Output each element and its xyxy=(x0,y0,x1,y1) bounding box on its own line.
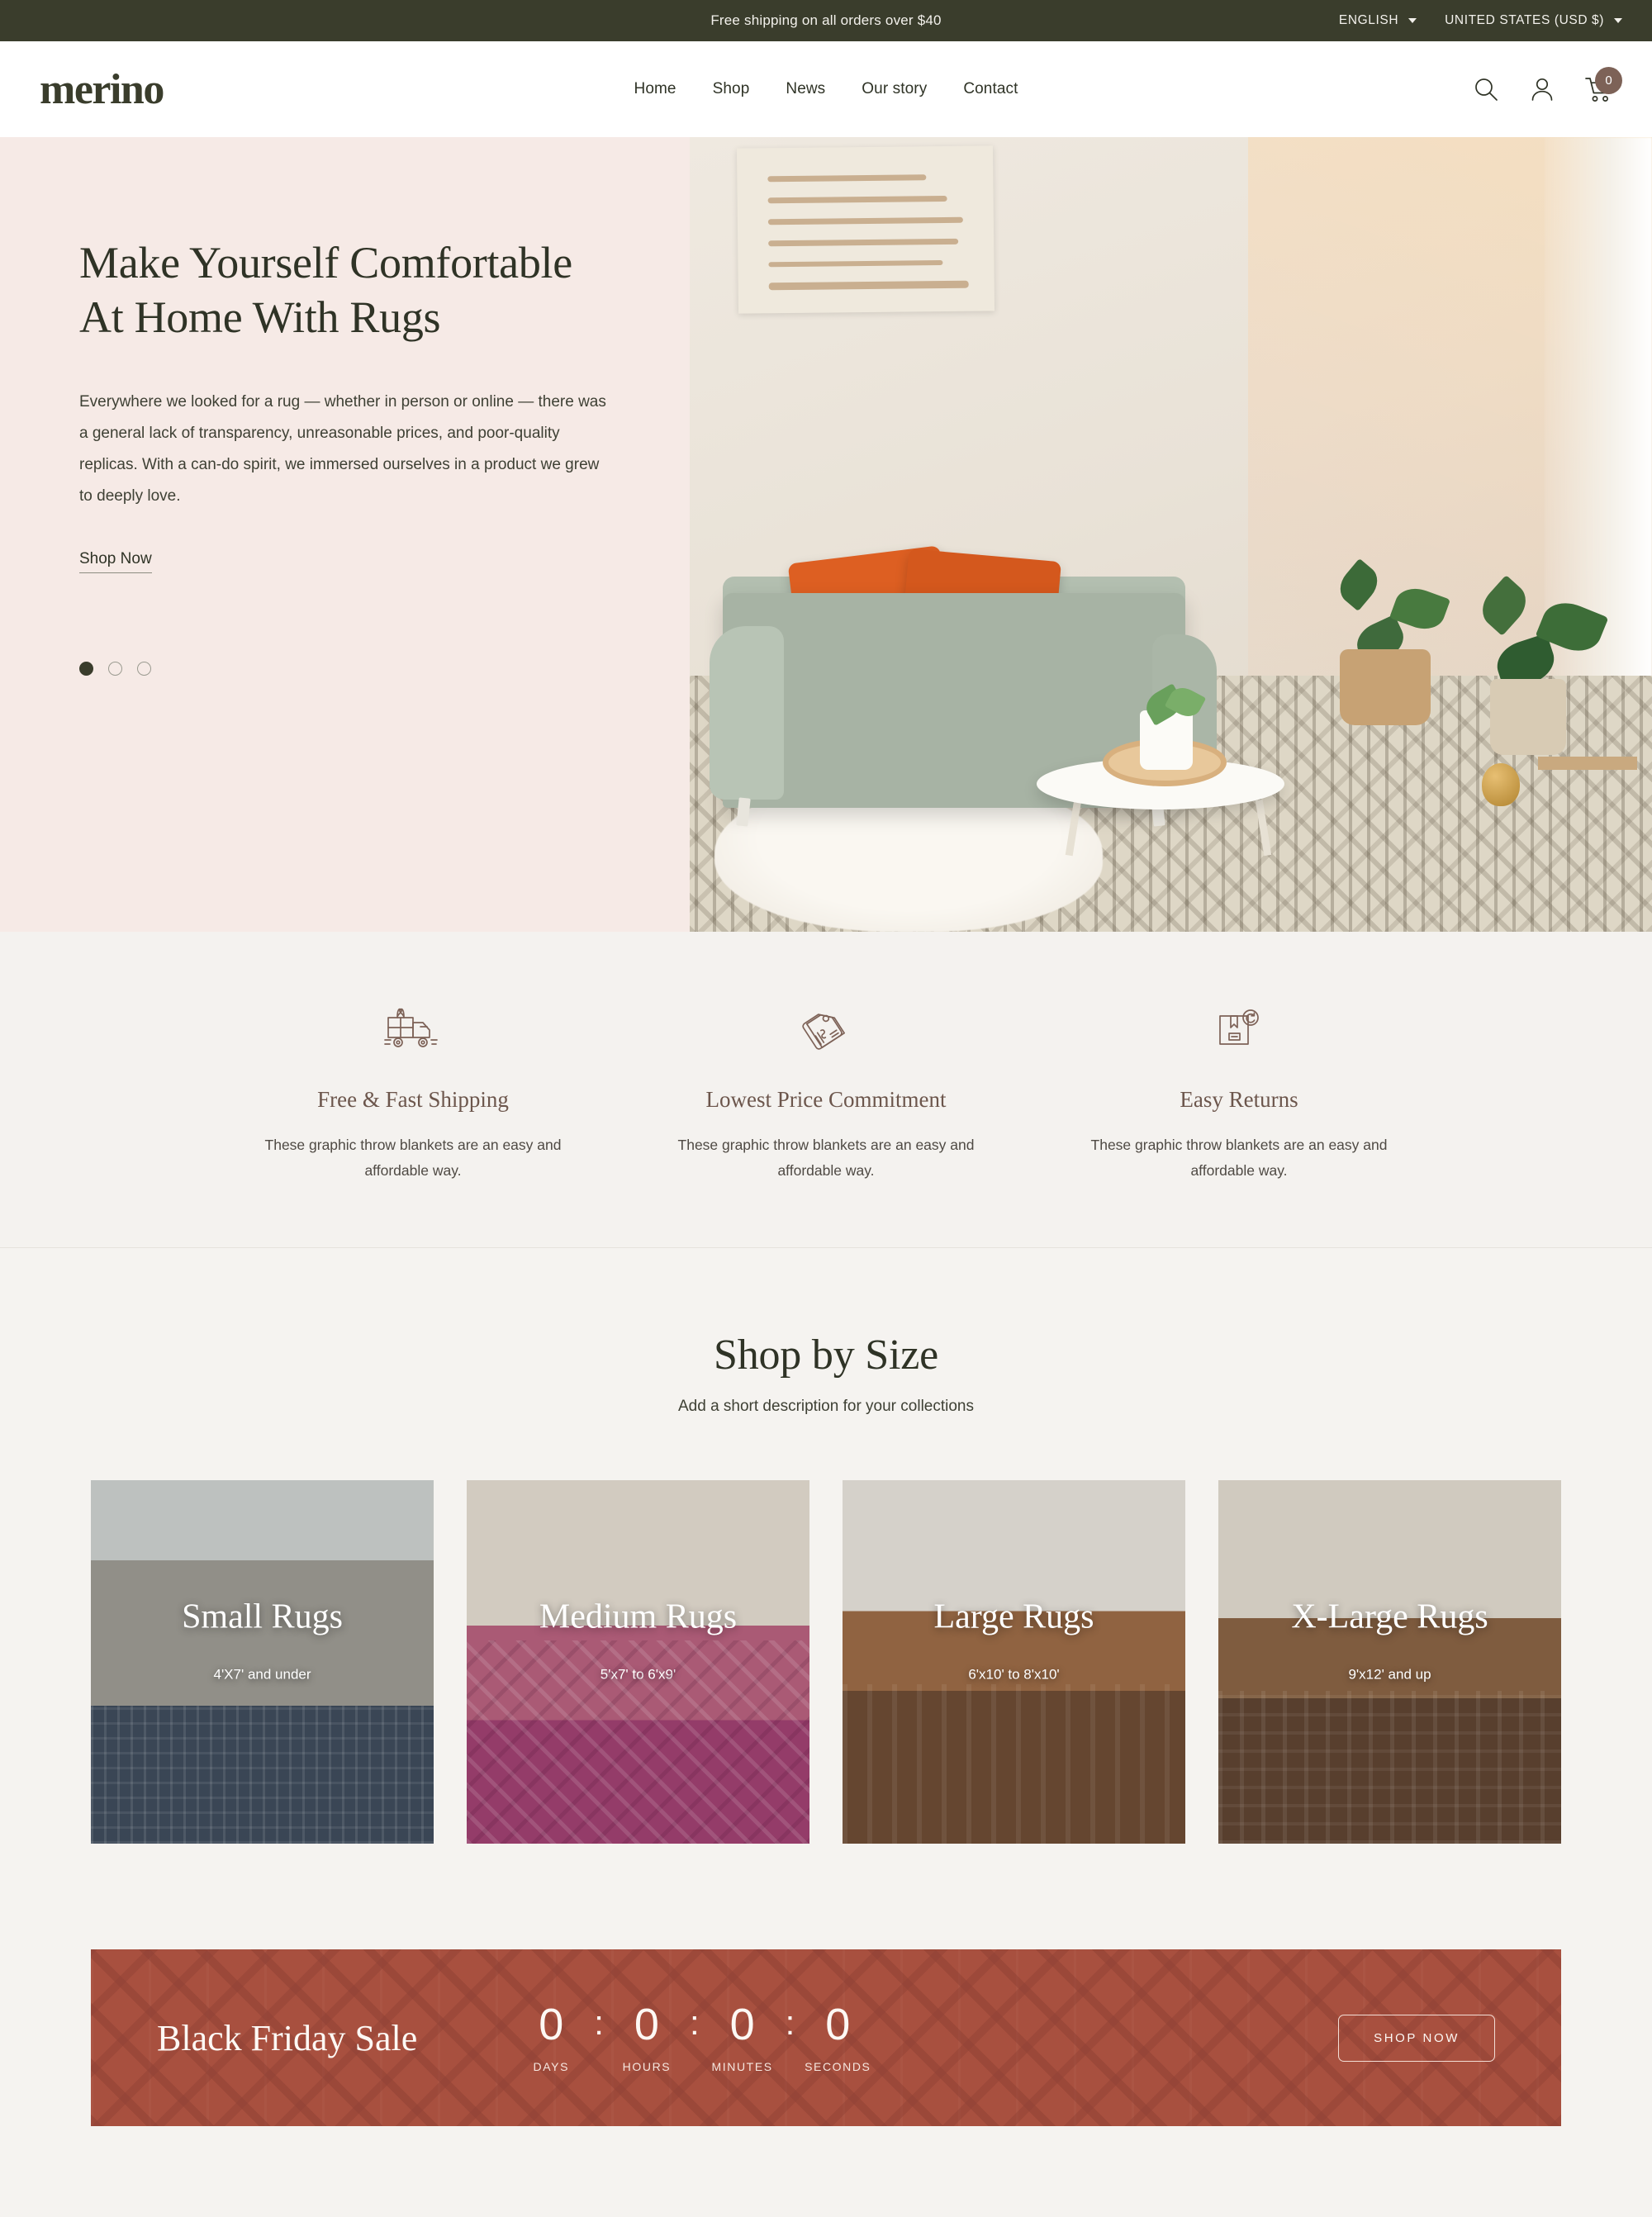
countdown-hours: 0 HOURS xyxy=(609,2002,685,2073)
collection-name: X-Large Rugs xyxy=(1291,1597,1488,1636)
feature-item: Easy Returns These graphic throw blanket… xyxy=(1032,999,1446,1183)
feature-description: These graphic throw blankets are an easy… xyxy=(264,1137,562,1179)
promo-section: Black Friday Sale 0 DAYS : 0 HOURS : 0 M… xyxy=(0,1844,1652,2217)
collection-name: Small Rugs xyxy=(182,1597,343,1636)
nav-item-contact[interactable]: Contact xyxy=(963,80,1018,98)
logo[interactable]: merino xyxy=(40,69,164,112)
collection-name: Large Rugs xyxy=(933,1597,1094,1636)
collection-card-large-rugs[interactable]: Large Rugs 6'x10' to 8'x10' xyxy=(843,1480,1185,1844)
collection-card-xlarge-rugs[interactable]: X-Large Rugs 9'x12' and up xyxy=(1218,1480,1561,1844)
countdown-value: 0 xyxy=(539,2000,564,2050)
country-value: UNITED STATES (USD $) xyxy=(1445,13,1604,27)
promo-shop-now-button[interactable]: SHOP NOW xyxy=(1338,2014,1495,2062)
header-actions: 0 xyxy=(1472,67,1622,103)
countdown-label: SECONDS xyxy=(805,2060,871,2074)
countdown-separator: : xyxy=(689,2003,700,2043)
delivery-truck-icon xyxy=(235,999,591,1059)
feature-title: Easy Returns xyxy=(1180,1087,1298,1112)
countdown-separator: : xyxy=(594,2003,604,2043)
cart-icon[interactable]: 0 xyxy=(1584,67,1622,103)
hero-title: Make Yourself Comfortable At Home With R… xyxy=(79,238,572,342)
collection-size: 4'X7' and under xyxy=(213,1666,311,1683)
nav-item-our-story[interactable]: Our story xyxy=(862,80,927,98)
features-section: Free & Fast Shipping These graphic throw… xyxy=(0,932,1652,1249)
site-header: merino Home Shop News Our story Contact … xyxy=(0,41,1652,137)
living-room-illustration xyxy=(690,137,1652,932)
account-icon[interactable] xyxy=(1528,75,1556,103)
collection-card-medium-rugs[interactable]: Medium Rugs 5'x7' to 6'x9' xyxy=(467,1480,809,1844)
locale-controls: ENGLISH UNITED STATES (USD $) xyxy=(1339,13,1622,28)
countdown-label: HOURS xyxy=(622,2060,672,2074)
hero-section: Make Yourself Comfortable At Home With R… xyxy=(0,137,1652,932)
feature-description: These graphic throw blankets are an easy… xyxy=(1090,1137,1388,1179)
feature-title: Lowest Price Commitment xyxy=(705,1087,947,1112)
collection-size: 6'x10' to 8'x10' xyxy=(968,1666,1060,1683)
countdown-label: MINUTES xyxy=(711,2060,773,2074)
carousel-dot-3[interactable] xyxy=(137,662,151,676)
carousel-dot-1[interactable] xyxy=(79,662,93,676)
country-currency-selector[interactable]: UNITED STATES (USD $) xyxy=(1445,13,1622,28)
countdown-days: 0 DAYS xyxy=(513,2002,589,2073)
collection-name: Medium Rugs xyxy=(539,1597,738,1636)
feature-description: These graphic throw blankets are an easy… xyxy=(677,1137,975,1179)
countdown-separator: : xyxy=(785,2003,795,2043)
collections-grid: Small Rugs 4'X7' and under Medium Rugs 5… xyxy=(0,1480,1652,1844)
chevron-down-icon xyxy=(1614,18,1622,23)
collections-header: Shop by Size Add a short description for… xyxy=(0,1331,1652,1416)
nav-item-news[interactable]: News xyxy=(786,80,825,98)
announcement-bar: Free shipping on all orders over $40 ENG… xyxy=(0,0,1652,41)
countdown-value: 0 xyxy=(634,2000,659,2050)
collection-size: 9'x12' and up xyxy=(1348,1666,1431,1683)
collection-card-small-rugs[interactable]: Small Rugs 4'X7' and under xyxy=(91,1480,434,1844)
hero-carousel-dots xyxy=(79,662,151,676)
language-selector[interactable]: ENGLISH xyxy=(1339,13,1417,28)
price-tag-icon xyxy=(648,999,1004,1059)
countdown-timer: 0 DAYS : 0 HOURS : 0 MINUTES : 0 SECONDS xyxy=(513,2002,876,2073)
countdown-minutes: 0 MINUTES xyxy=(705,2002,781,2073)
hero-image xyxy=(690,137,1652,932)
return-box-icon xyxy=(1061,999,1417,1059)
section-title: Shop by Size xyxy=(713,1332,939,1379)
nav-item-home[interactable]: Home xyxy=(634,80,676,98)
hero-body-text: Everywhere we looked for a rug — whether… xyxy=(79,392,606,505)
countdown-seconds: 0 SECONDS xyxy=(800,2002,876,2073)
main-navigation: Home Shop News Our story Contact xyxy=(634,80,1018,98)
carousel-dot-2[interactable] xyxy=(108,662,122,676)
wall-poster xyxy=(736,145,995,314)
countdown-label: DAYS xyxy=(533,2060,570,2074)
feature-item: Lowest Price Commitment These graphic th… xyxy=(620,999,1032,1183)
hero-content: Make Yourself Comfortable At Home With R… xyxy=(0,137,690,932)
countdown-value: 0 xyxy=(825,2000,851,2050)
feature-item: Free & Fast Shipping These graphic throw… xyxy=(206,999,620,1183)
cart-count-badge: 0 xyxy=(1595,67,1622,94)
section-subtitle: Add a short description for your collect… xyxy=(677,1398,974,1416)
search-icon[interactable] xyxy=(1472,75,1500,103)
chevron-down-icon xyxy=(1408,18,1417,23)
hero-shop-now-link[interactable]: Shop Now xyxy=(79,550,152,573)
language-value: ENGLISH xyxy=(1338,13,1399,27)
collections-section: Shop by Size Add a short description for… xyxy=(0,1248,1652,1844)
nav-item-shop[interactable]: Shop xyxy=(713,80,750,98)
countdown-value: 0 xyxy=(729,2000,755,2050)
feature-title: Free & Fast Shipping xyxy=(317,1087,509,1112)
black-friday-banner: Black Friday Sale 0 DAYS : 0 HOURS : 0 M… xyxy=(91,1949,1561,2127)
promo-title: Black Friday Sale xyxy=(157,2017,418,2058)
collection-size: 5'x7' to 6'x9' xyxy=(600,1666,676,1683)
